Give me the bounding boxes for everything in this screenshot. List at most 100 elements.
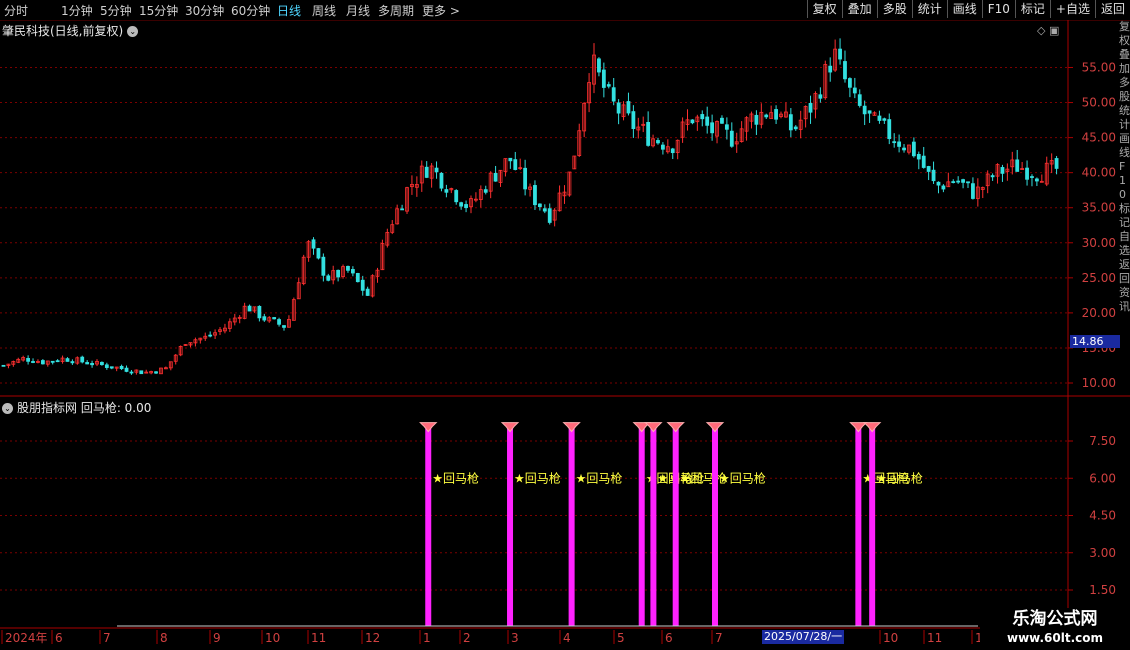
watermark: 乐淘公式网 www.60lt.com — [980, 608, 1130, 650]
candle — [203, 332, 208, 341]
candle — [449, 187, 454, 194]
candle-body — [887, 119, 892, 140]
candle — [159, 367, 163, 375]
candle-body — [26, 358, 31, 362]
candle — [670, 147, 675, 160]
candle — [424, 161, 429, 179]
candle — [414, 176, 419, 197]
main-y-tick-label: 35.00 — [1082, 201, 1116, 215]
candle-body — [921, 155, 926, 168]
candle-body — [326, 275, 331, 281]
candle — [139, 370, 144, 375]
candle-body — [40, 360, 45, 365]
candle — [562, 185, 567, 204]
signal-mark: ★回马枪 — [500, 422, 561, 626]
candle-body — [690, 119, 695, 124]
candle — [882, 117, 887, 124]
candle-body — [616, 102, 621, 114]
diamond-icon — [849, 422, 868, 433]
candle — [168, 361, 173, 371]
candle — [971, 177, 975, 200]
stock-name-label: 肇民科技(日线,前复权) — [2, 24, 124, 38]
side-strip: 复权叠加多股统计画线F10标记自选返回资讯 — [1119, 20, 1130, 630]
panel-window-icons: ◇ ▣ — [1037, 24, 1059, 37]
candle-body — [931, 169, 936, 182]
candle — [675, 139, 680, 160]
candle — [55, 359, 60, 363]
candle — [50, 360, 55, 365]
chevron-down-icon[interactable]: ⌄ — [2, 403, 13, 414]
candle — [729, 122, 734, 148]
candle — [163, 366, 168, 370]
sub-y-tick-label: 3.00 — [1089, 546, 1116, 560]
candle — [646, 111, 651, 147]
candle-body — [208, 334, 213, 337]
main-y-tick-label: 40.00 — [1082, 166, 1116, 180]
candle — [720, 115, 724, 124]
side-strip-char: 权 — [1119, 34, 1130, 47]
chevron-down-icon[interactable]: ⌄ — [127, 26, 139, 37]
candle — [631, 105, 636, 138]
candle — [90, 360, 94, 368]
candle — [341, 264, 345, 279]
candle — [616, 99, 621, 125]
side-strip-char: 计 — [1119, 118, 1130, 131]
candle — [848, 77, 852, 98]
candle — [65, 357, 70, 362]
candle — [749, 111, 754, 129]
candle — [149, 370, 154, 375]
stock-chart[interactable]: 55.00 50.00 45.00 40.00 35.00 30.00 25.00 20.00… — [0, 0, 1130, 650]
x-tick-label: 6 — [665, 631, 673, 645]
candle — [601, 62, 606, 98]
candle-body — [1034, 178, 1039, 182]
side-strip-char: 加 — [1119, 62, 1130, 75]
candle-body — [346, 265, 350, 271]
candle — [80, 355, 85, 364]
candle-body — [941, 185, 946, 190]
candle-body — [262, 316, 267, 321]
candle — [375, 267, 380, 283]
x-tick-label: 10 — [883, 631, 898, 645]
candle — [764, 113, 769, 120]
x-tick-label: 3 — [511, 631, 519, 645]
candle-body — [897, 141, 902, 147]
candle-body — [951, 181, 956, 184]
candle — [724, 117, 729, 140]
candle — [572, 155, 577, 170]
x-tick-label: 11 — [927, 631, 942, 645]
diamond-icon[interactable]: ◇ — [1037, 24, 1045, 37]
candle — [350, 266, 355, 277]
candle — [916, 151, 921, 170]
signal-label: ★回马枪 — [432, 470, 479, 485]
candle-body — [85, 362, 90, 365]
candle — [198, 337, 203, 344]
candle — [405, 186, 409, 214]
candle — [218, 327, 222, 336]
candle — [267, 316, 272, 323]
candle-body — [523, 167, 528, 190]
candle — [828, 57, 833, 82]
candle — [144, 369, 149, 374]
x-tick-label: 7 — [715, 631, 723, 645]
x-tick-label: 10 — [265, 631, 280, 645]
candle — [715, 120, 719, 144]
candle-body — [154, 371, 158, 374]
candle-body — [710, 122, 715, 134]
candle-body — [350, 269, 355, 274]
candle — [100, 361, 104, 366]
candle-body — [852, 87, 857, 94]
candle — [951, 179, 956, 184]
signal-mark: ★回马枪 — [862, 422, 923, 626]
signal-bar — [650, 428, 657, 626]
candle — [823, 60, 828, 100]
sub-y-axis: 7.50 6.00 4.50 3.00 1.50 — [1068, 434, 1116, 597]
x-tick-label: 6 — [55, 631, 63, 645]
candle — [272, 317, 277, 320]
candle-body — [1030, 176, 1034, 178]
candle — [252, 306, 257, 313]
restore-icon[interactable]: ▣ — [1049, 24, 1059, 37]
candle — [1025, 160, 1029, 186]
side-strip-char: 讯 — [1119, 300, 1130, 313]
candle — [961, 178, 965, 189]
candle — [282, 325, 286, 331]
